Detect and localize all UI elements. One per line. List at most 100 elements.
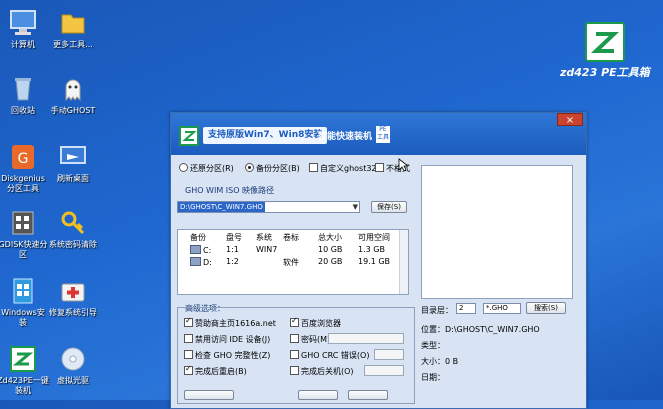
- file-list-panel[interactable]: [421, 165, 573, 299]
- bottom-button[interactable]: [184, 390, 234, 400]
- partition-table: 备份 盘号 系统 卷标 总大小 可用空间 C: 1:1 WIN7 10 GB 1…: [177, 229, 409, 295]
- table-header: 系统: [256, 233, 272, 242]
- chevron-down-icon[interactable]: ▼: [353, 202, 358, 212]
- custom-ghost-checkbox[interactable]: 自定义ghost32: [309, 163, 377, 174]
- title-subtitle: 智能快速装机: [318, 132, 373, 142]
- key-icon: [58, 208, 88, 238]
- zd423-logo-icon: [179, 126, 199, 146]
- crc-input[interactable]: [374, 349, 404, 360]
- dir-level-select[interactable]: 2: [456, 303, 476, 314]
- brand-text: zd423 PE工具箱: [560, 66, 650, 79]
- checkbox: [290, 350, 299, 359]
- image-path-label: GHO WIM ISO 映像路径: [185, 186, 275, 195]
- ghost-icon: [58, 74, 88, 104]
- backup-label: 备份分区(B): [256, 164, 300, 173]
- password-input[interactable]: [328, 333, 404, 344]
- table-scrollbar[interactable]: [399, 230, 408, 294]
- option-label: 禁用访问 IDE 设备(J): [195, 335, 271, 344]
- table-cell: 1:1: [226, 245, 239, 254]
- table-cell: 1.3 GB: [358, 245, 385, 254]
- checkbox: [290, 366, 299, 375]
- desktop-icon-label: 系统密码清除: [49, 240, 97, 249]
- table-cell: C:: [203, 246, 212, 255]
- close-button[interactable]: ×: [557, 113, 583, 126]
- date-info: 日期：: [421, 373, 445, 382]
- desktop-icon-refresh-desktop[interactable]: 刷新桌面: [38, 142, 108, 184]
- custom-ghost-label: 自定义ghost32: [320, 164, 377, 173]
- option-label: GHO CRC 错误(O): [301, 351, 370, 360]
- checkbox: [184, 316, 193, 327]
- recycle-bin-icon: [8, 74, 38, 104]
- checkbox: [184, 364, 193, 375]
- bottom-button[interactable]: [298, 390, 338, 400]
- checkbox: [375, 163, 384, 172]
- table-cell: 19.1 GB: [358, 257, 391, 266]
- table-header: 可用空间: [358, 233, 390, 242]
- computer-icon: [8, 8, 38, 38]
- check-gho-checkbox[interactable]: 检查 GHO 完整性(Z): [184, 350, 270, 361]
- desktop-icon-label: 修复系统引导: [49, 308, 97, 317]
- gho-crc-checkbox[interactable]: GHO CRC 错误(O): [290, 350, 369, 361]
- location-info: 位置：D:\GHOST\C_WIN7.GHO: [421, 325, 540, 334]
- baidu-browser-checkbox[interactable]: 百度浏览器: [290, 316, 341, 329]
- gdisk-icon: [8, 208, 38, 238]
- table-header: 备份: [190, 233, 206, 242]
- advanced-options: 赞助商主页1616a.net 百度浏览器 禁用访问 IDE 设备(J) 密码(M…: [177, 307, 415, 404]
- monitor-icon: [58, 142, 88, 172]
- sponsor-checkbox[interactable]: 赞助商主页1616a.net: [184, 316, 276, 329]
- checkbox: [184, 350, 193, 359]
- checkbox: [184, 334, 193, 343]
- option-label: 赞助商主页1616a.net: [195, 319, 276, 328]
- folder-icon: [58, 8, 88, 38]
- table-cell: 1:2: [226, 257, 239, 266]
- backup-radio[interactable]: 备份分区(B): [245, 163, 300, 174]
- desktop-icon-repair-boot[interactable]: 修复系统引导: [38, 276, 108, 318]
- type-info: 类型：: [421, 341, 445, 350]
- table-row[interactable]: D:: [190, 257, 212, 267]
- mouse-cursor-icon: [398, 158, 410, 174]
- table-cell: 软件: [283, 258, 299, 267]
- option-label: 密码(M): [301, 335, 331, 344]
- size-info: 大小：0 B: [421, 357, 459, 366]
- password-checkbox[interactable]: 密码(M): [290, 334, 330, 345]
- search-button[interactable]: 搜索(S): [526, 302, 566, 314]
- first-aid-icon: [58, 276, 88, 306]
- table-row[interactable]: C:: [190, 245, 211, 255]
- disk-icon: [190, 257, 201, 266]
- title-bar[interactable]: 支持原版Win7、Win8安装 智能快速装机 PE 工具 ×: [171, 113, 586, 155]
- checkbox: [290, 334, 299, 343]
- bottom-button[interactable]: [348, 390, 388, 400]
- desktop-icon-label: 更多工具...: [53, 40, 93, 49]
- desktop-icon-label: 手动GHOST: [50, 106, 96, 115]
- desktop-icon-manual-ghost[interactable]: 手动GHOST: [38, 74, 108, 116]
- option-label: 百度浏览器: [301, 319, 341, 328]
- table-cell: D:: [203, 258, 212, 267]
- table-cell: 10 GB: [318, 245, 343, 254]
- desktop-icon-label: 虚拟光驱: [57, 376, 89, 385]
- shutdown-checkbox[interactable]: 完成后关机(O): [290, 366, 354, 377]
- windows-install-icon: [8, 276, 38, 306]
- desktop-icon-more-tools[interactable]: 更多工具...: [38, 8, 108, 50]
- disable-ide-checkbox[interactable]: 禁用访问 IDE 设备(J): [184, 334, 270, 345]
- restore-label: 还原分区(R): [190, 164, 234, 173]
- table-cell: WIN7: [256, 245, 278, 254]
- desktop-icon-virtual-drive[interactable]: 虚拟光驱: [38, 344, 108, 386]
- extension-select[interactable]: *.GHO: [483, 303, 521, 314]
- save-button[interactable]: 保存(S): [371, 201, 407, 213]
- restore-radio[interactable]: 还原分区(R): [179, 163, 234, 174]
- radio-circle: [245, 163, 254, 172]
- option-label: 检查 GHO 完整性(Z): [195, 351, 271, 360]
- dir-level-label: 目录层：: [421, 306, 453, 315]
- disk-icon: [190, 245, 201, 254]
- diskgenius-icon: G: [8, 142, 38, 172]
- desktop-icon-label: 刷新桌面: [57, 174, 89, 183]
- reboot-checkbox[interactable]: 完成后重启(B): [184, 364, 247, 377]
- checkbox: [309, 163, 318, 172]
- table-cell: 20 GB: [318, 257, 343, 266]
- table-header: 卷标: [283, 233, 299, 242]
- image-path-combo[interactable]: D:\GHOST\C_WIN7.GHO ▼: [177, 201, 360, 213]
- shutdown-input[interactable]: [364, 365, 404, 376]
- svg-text:G: G: [18, 151, 29, 167]
- desktop-icon-password-clear[interactable]: 系统密码清除: [38, 208, 108, 250]
- cd-icon: [58, 344, 88, 374]
